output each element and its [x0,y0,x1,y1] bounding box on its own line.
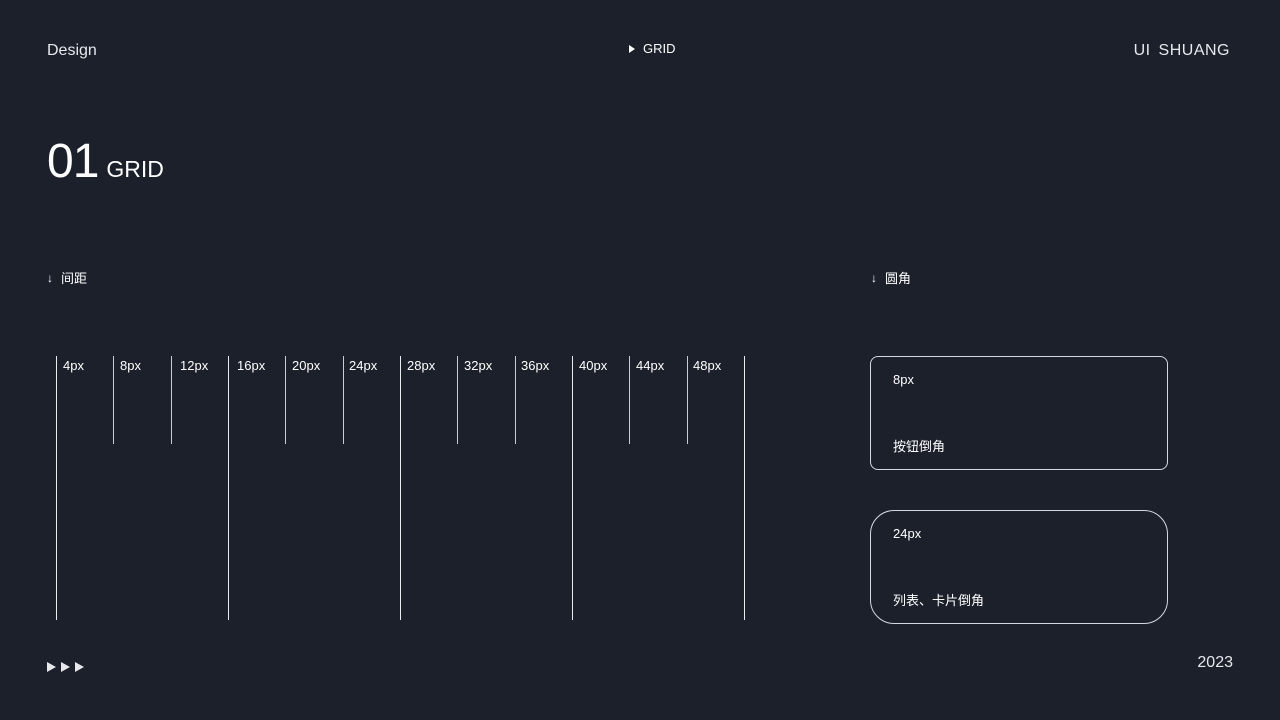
spacing-divider [629,356,630,444]
spacing-divider [457,356,458,444]
spacing-label: 12px [180,358,209,373]
spacing-label: 44px [636,358,665,373]
spacing-label: 4px [63,358,84,373]
author-label: UI SHUANG [1133,42,1230,59]
spacing-divider [343,356,344,444]
spacing-label: 24px [349,358,378,373]
spacing-divider [113,356,114,444]
spacing-label: 8px [120,358,141,373]
spacing-divider [171,356,172,444]
radius-heading-label: 圆角 [885,271,912,286]
spacing-heading-label: 间距 [61,271,88,286]
spacing-divider-major [56,356,57,620]
spacing-label: 48px [693,358,722,373]
radius-card-24: 24px 列表、卡片倒角 [870,510,1168,624]
spacing-divider-major [228,356,229,620]
spacing-divider [285,356,286,444]
page-title-text: GRID [106,156,164,182]
section-nav[interactable]: GRID [629,41,676,56]
arrow-down-icon: ↓ [47,270,53,285]
spacing-label: 36px [521,358,550,373]
spacing-divider [515,356,516,444]
spacing-heading: ↓ 间距 [47,268,87,287]
triangle-icon [61,662,70,672]
spacing-label: 28px [407,358,436,373]
play-triangle-icon [629,44,635,53]
spacing-label: 40px [579,358,608,373]
radius-heading: ↓ 圆角 [871,268,911,287]
section-nav-label: GRID [643,41,676,56]
year-label: 2023 [1197,654,1233,671]
spacing-divider-major [744,356,745,620]
spacing-divider-major [572,356,573,620]
triangle-icon [75,662,84,672]
triangle-icon [47,662,56,672]
radius-card-value: 24px [893,526,922,541]
next-arrows[interactable] [47,662,84,672]
brand-label: Design [47,42,97,59]
radius-card-8: 8px 按钮倒角 [870,356,1168,470]
arrow-down-icon: ↓ [871,270,877,285]
page-title: 01 GRID [47,138,164,186]
spacing-divider [687,356,688,444]
radius-card-value: 8px [893,372,914,387]
spacing-label: 32px [464,358,493,373]
radius-card-desc: 按钮倒角 [893,439,946,454]
spacing-divider-major [400,356,401,620]
spacing-label: 20px [292,358,321,373]
spacing-label: 16px [237,358,266,373]
radius-card-desc: 列表、卡片倒角 [893,593,985,608]
page-title-number: 01 [47,135,99,188]
